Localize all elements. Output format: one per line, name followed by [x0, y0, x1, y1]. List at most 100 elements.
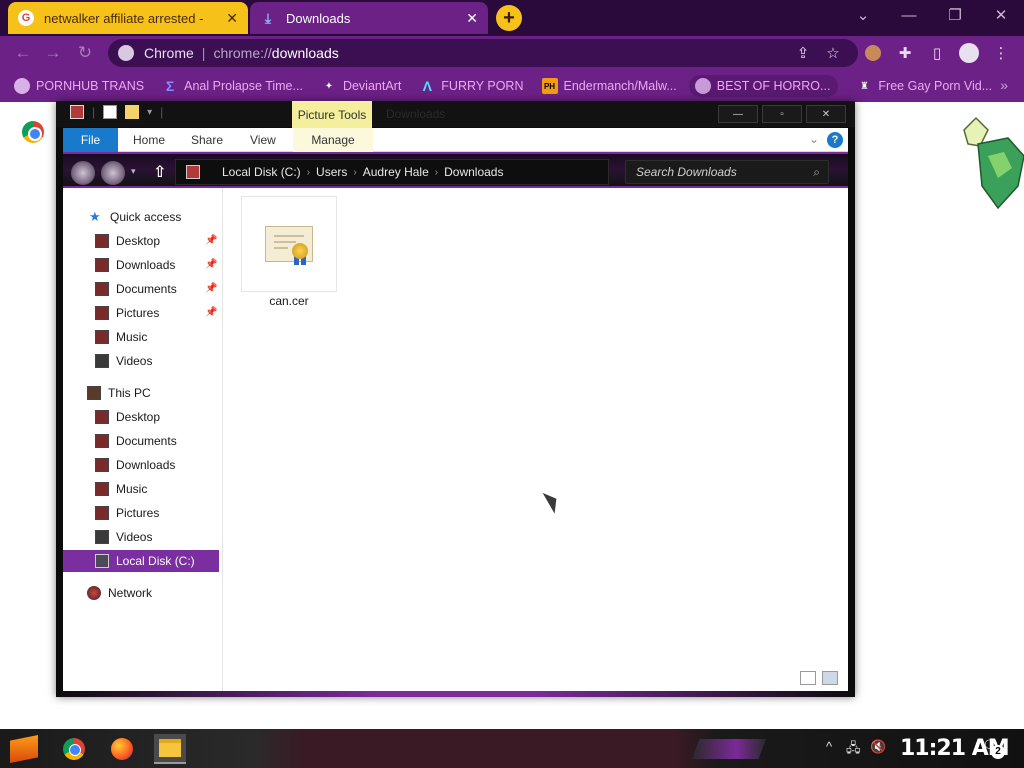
breadcrumb-separator-icon[interactable]: ›	[435, 167, 438, 178]
recent-locations-icon[interactable]: ▾	[131, 166, 136, 177]
close-tab-button[interactable]: ✕	[226, 10, 238, 27]
tab-share[interactable]: Share	[191, 128, 223, 152]
expand-ribbon-icon[interactable]: ⌄	[809, 132, 819, 146]
breadcrumb-item[interactable]: Downloads	[444, 165, 503, 179]
reload-icon[interactable]: ↻	[72, 40, 98, 66]
explorer-app-icon[interactable]	[70, 105, 84, 119]
address-bar[interactable]: Chrome | chrome://downloads	[108, 39, 858, 67]
bookmarks-overflow-button[interactable]: »	[1000, 77, 1008, 93]
forward-icon[interactable]: →	[40, 40, 66, 66]
tab-home[interactable]: Home	[133, 128, 165, 152]
notifications-button[interactable]: 🗨 2	[982, 737, 1006, 759]
share-icon[interactable]: ⇪	[792, 42, 814, 64]
close-button[interactable]: ✕	[806, 105, 846, 123]
show-hidden-icons-button[interactable]: ^	[826, 739, 832, 754]
breadcrumb-item[interactable]: Users	[316, 165, 347, 179]
tab-netwalker[interactable]: G netwalker affiliate arrested - ✕	[8, 2, 248, 34]
file-explorer-window: | ▾ | Picture Tools Downloads — ▫ ✕ File…	[56, 101, 855, 697]
nav-network[interactable]: Network	[63, 582, 219, 604]
tab-view[interactable]: View	[250, 128, 276, 152]
explorer-title-bar: | ▾ | Picture Tools Downloads — ▫ ✕	[56, 101, 855, 128]
nav-this-pc[interactable]: This PC	[63, 382, 219, 404]
bookmark-item[interactable]: PORNHUB TRANS	[14, 78, 144, 94]
menu-kebab-icon[interactable]: ⋮	[990, 42, 1012, 64]
taskbar-file-explorer[interactable]	[154, 734, 186, 764]
bookmark-item[interactable]: BEST OF HORRO...	[688, 75, 839, 97]
nav-item-pictures[interactable]: Pictures 📌	[63, 302, 219, 324]
start-button[interactable]	[10, 735, 38, 763]
extensions-puzzle-icon[interactable]: ✚	[894, 42, 916, 64]
minimize-button[interactable]: —	[886, 0, 932, 30]
breadcrumb[interactable]: Local Disk (C:) › Users › Audrey Hale › …	[175, 159, 609, 185]
tab-file[interactable]: File	[63, 128, 118, 152]
qat-divider: |	[160, 105, 164, 119]
new-folder-icon[interactable]	[125, 105, 140, 119]
nav-pc-downloads[interactable]: Downloads	[63, 454, 219, 476]
close-tab-button[interactable]: ✕	[466, 10, 478, 27]
breadcrumb-separator-icon[interactable]: ›	[307, 167, 310, 178]
breadcrumb-separator-icon[interactable]: ›	[353, 167, 356, 178]
network-icon[interactable]: 🖧	[846, 739, 861, 761]
nav-item-documents[interactable]: Documents 📌	[63, 278, 219, 300]
notification-count: 2	[991, 745, 1005, 759]
tab-manage[interactable]: Manage	[293, 128, 373, 152]
extension-avatar-icon[interactable]	[862, 42, 884, 64]
tab-downloads[interactable]: ⤓ Downloads ✕	[250, 2, 488, 34]
side-panel-icon[interactable]: ▯	[926, 42, 948, 64]
downloads-icon	[95, 258, 109, 272]
bookmark-item[interactable]: Λ FURRY PORN	[419, 78, 524, 94]
nav-local-disk[interactable]: Local Disk (C:)	[63, 550, 219, 572]
tab-title: Downloads	[286, 10, 351, 26]
details-view-icon[interactable]	[800, 671, 816, 685]
help-icon[interactable]: ?	[827, 132, 843, 148]
taskbar-firefox[interactable]	[106, 734, 138, 764]
forward-button[interactable]	[101, 161, 125, 185]
breadcrumb-item[interactable]: Local Disk (C:)	[222, 165, 301, 179]
download-icon: ⤓	[264, 9, 272, 26]
maximize-button[interactable]: ▫	[762, 105, 802, 123]
nav-pc-music[interactable]: Music	[63, 478, 219, 500]
nav-pc-documents[interactable]: Documents	[63, 430, 219, 452]
nav-item-desktop[interactable]: Desktop 📌	[63, 230, 219, 252]
nav-pc-videos[interactable]: Videos	[63, 526, 219, 548]
bookmark-item[interactable]: ✦ DeviantArt	[321, 78, 402, 94]
breadcrumb-item[interactable]: Audrey Hale	[363, 165, 429, 179]
large-icons-view-icon[interactable]	[822, 671, 838, 685]
pin-icon[interactable]: 📌	[205, 283, 217, 294]
tab-search-button[interactable]: ⌄	[840, 0, 886, 30]
bookmark-item[interactable]: ♜ Free Gay Porn Vid...	[856, 78, 992, 94]
bookmark-star-icon[interactable]: ☆	[822, 42, 844, 64]
nav-item-downloads[interactable]: Downloads 📌	[63, 254, 219, 276]
nav-pc-desktop[interactable]: Desktop	[63, 406, 219, 428]
pin-icon[interactable]: 📌	[205, 235, 217, 246]
new-tab-button[interactable]: +	[496, 5, 522, 31]
nav-item-music[interactable]: Music	[63, 326, 219, 348]
bookmark-item[interactable]: Σ Anal Prolapse Time...	[162, 78, 303, 94]
nav-item-videos[interactable]: Videos	[63, 350, 219, 372]
qat-dropdown-icon[interactable]: ▾	[147, 107, 152, 118]
nav-label: Music	[116, 482, 148, 496]
back-icon[interactable]: ←	[10, 40, 36, 66]
minimize-button[interactable]: —	[718, 105, 758, 123]
nav-label: Documents	[116, 434, 177, 448]
close-window-button[interactable]: ✕	[978, 0, 1024, 30]
restore-button[interactable]: ❐	[932, 0, 978, 30]
search-icon[interactable]: ⌕	[813, 165, 820, 180]
pin-icon[interactable]: 📌	[205, 307, 217, 318]
nav-quick-access[interactable]: ★ Quick access	[63, 206, 219, 228]
properties-icon[interactable]	[103, 105, 118, 119]
nav-pc-pictures[interactable]: Pictures	[63, 502, 219, 524]
search-input[interactable]: Search Downloads ⌕	[625, 160, 829, 184]
quick-access-toolbar: | ▾ |	[70, 105, 163, 119]
taskbar-chrome[interactable]	[58, 734, 90, 764]
up-arrow-icon[interactable]: ⇧	[153, 162, 166, 182]
pin-icon[interactable]: 📌	[205, 259, 217, 270]
volume-muted-icon[interactable]: 🔇	[870, 739, 886, 755]
back-button[interactable]	[71, 161, 95, 185]
desktop-icon	[95, 234, 109, 248]
nav-label: Desktop	[116, 234, 161, 248]
window-bottom-border	[56, 691, 855, 697]
profile-icon[interactable]	[958, 42, 980, 64]
bookmark-item[interactable]: PH Endermanch/Malw...	[541, 78, 677, 94]
file-item[interactable]: can.cer	[241, 196, 337, 308]
